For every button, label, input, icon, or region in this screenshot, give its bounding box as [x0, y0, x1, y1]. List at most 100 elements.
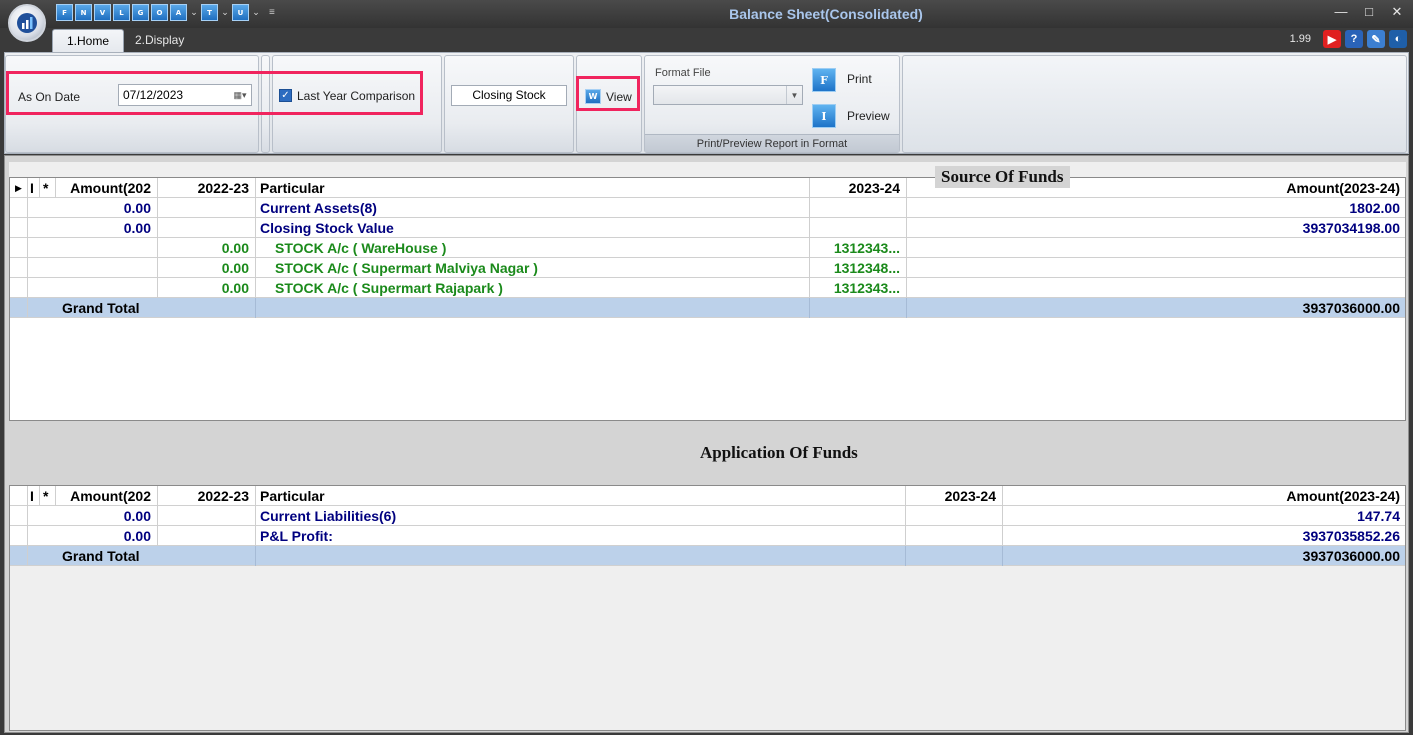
column-header-amount-prev[interactable]: Amount(202: [56, 178, 158, 198]
row-selector[interactable]: [10, 238, 28, 258]
quick-g-icon[interactable]: G: [132, 4, 149, 21]
cell-prev-year[interactable]: 0.00: [158, 258, 256, 278]
cell-particular[interactable]: P&L Profit:: [256, 526, 906, 546]
row-selector[interactable]: [10, 526, 28, 546]
row-selector[interactable]: [10, 506, 28, 526]
quick-a-icon[interactable]: A: [170, 4, 187, 21]
cell-amount-cur[interactable]: [907, 238, 1405, 258]
cell-amount-cur[interactable]: 3937034198.00: [907, 218, 1405, 238]
total-cell: [256, 298, 810, 318]
column-header-sel[interactable]: I: [28, 178, 40, 198]
row-selector[interactable]: [10, 278, 28, 298]
cell-amount-cur[interactable]: [907, 258, 1405, 278]
cell-particular[interactable]: STOCK A/c ( Supermart Rajapark ): [256, 278, 810, 298]
cell-particular[interactable]: Current Assets(8): [256, 198, 810, 218]
column-header-amount-cur[interactable]: Amount(2023-24): [1003, 486, 1405, 506]
quick-n-icon[interactable]: N: [75, 4, 92, 21]
cell-cur-year[interactable]: [810, 218, 907, 238]
cell-cur-year[interactable]: [906, 506, 1003, 526]
cell-amount-cur[interactable]: 147.74: [1003, 506, 1405, 526]
cell-prev-year[interactable]: 0.00: [158, 278, 256, 298]
table-row[interactable]: 0.00 P&L Profit: 3937035852.26: [10, 526, 1405, 546]
cell-prev-year[interactable]: [158, 218, 256, 238]
quick-f-icon[interactable]: F: [56, 4, 73, 21]
table-row[interactable]: 0.00 STOCK A/c ( WareHouse ) 1312343...: [10, 238, 1405, 258]
cell-cur-year[interactable]: 1312343...: [810, 238, 907, 258]
column-header-particular[interactable]: Particular: [256, 178, 810, 198]
chevron-down-icon[interactable]: ⌄: [251, 7, 261, 18]
table-row[interactable]: 0.00 STOCK A/c ( Supermart Rajapark ) 1312…: [10, 278, 1405, 298]
row-selector[interactable]: [10, 218, 28, 238]
application-of-funds-title: Application Of Funds: [700, 443, 858, 462]
cell-amount-prev[interactable]: [56, 278, 158, 298]
column-header-star[interactable]: *: [40, 178, 56, 198]
column-header-particular[interactable]: Particular: [256, 486, 906, 506]
notes-icon[interactable]: ✎: [1367, 30, 1385, 48]
cell-cur-year[interactable]: [906, 526, 1003, 546]
minimize-icon[interactable]: —: [1333, 4, 1349, 20]
grand-total-amount: 3937036000.00: [1003, 546, 1405, 566]
cell-cur-year[interactable]: [810, 198, 907, 218]
column-header-amount-prev[interactable]: Amount(202: [56, 486, 158, 506]
app-menu-button[interactable]: [8, 4, 46, 42]
closing-stock-button[interactable]: Closing Stock: [451, 85, 567, 106]
cell-amount-prev[interactable]: [56, 238, 158, 258]
tab-home[interactable]: 1.Home: [52, 29, 125, 52]
cell-prev-year[interactable]: [158, 198, 256, 218]
cell-cur-year[interactable]: 1312348...: [810, 258, 907, 278]
cell-particular[interactable]: STOCK A/c ( WareHouse ): [256, 238, 810, 258]
cell-amount-cur[interactable]: 1802.00: [907, 198, 1405, 218]
cell-prev-year[interactable]: 0.00: [158, 238, 256, 258]
quick-l-icon[interactable]: L: [113, 4, 130, 21]
table-row[interactable]: 0.00 Closing Stock Value 3937034198.00: [10, 218, 1405, 238]
table-header: I * Amount(202 2022-23 Particular 2023-2…: [10, 486, 1405, 506]
print-button[interactable]: Print: [847, 72, 872, 86]
chevron-down-icon[interactable]: ⌄: [220, 7, 230, 18]
help-icon[interactable]: ?: [1345, 30, 1363, 48]
cell-amount-prev[interactable]: 0.00: [56, 198, 158, 218]
column-header-star[interactable]: *: [40, 486, 56, 506]
print-format-icon[interactable]: F: [812, 68, 836, 92]
preview-format-icon[interactable]: I: [812, 104, 836, 128]
row-selector[interactable]: [10, 198, 28, 218]
youtube-icon[interactable]: ▶: [1323, 30, 1341, 48]
column-header-sel[interactable]: I: [28, 486, 40, 506]
quick-v-icon[interactable]: V: [94, 4, 111, 21]
maximize-icon[interactable]: □: [1361, 4, 1377, 20]
close-icon[interactable]: ✕: [1389, 4, 1405, 20]
cell-amount-prev[interactable]: 0.00: [56, 506, 158, 526]
cell-prev-year[interactable]: [158, 526, 256, 546]
quick-u-icon[interactable]: U: [232, 4, 249, 21]
chevron-down-icon[interactable]: ⌄: [189, 7, 199, 18]
column-header-prev-year[interactable]: 2022-23: [158, 486, 256, 506]
cell-amount-cur[interactable]: 3937035852.26: [1003, 526, 1405, 546]
cell-prev-year[interactable]: [158, 506, 256, 526]
info-icon[interactable]: ◐: [1389, 30, 1407, 48]
quick-t-icon[interactable]: T: [201, 4, 218, 21]
cell-amount-prev[interactable]: 0.00: [56, 218, 158, 238]
cell-particular[interactable]: Current Liabilities(6): [256, 506, 906, 526]
column-header-prev-year[interactable]: 2022-23: [158, 178, 256, 198]
cell-amount-prev[interactable]: 0.00: [56, 526, 158, 546]
format-file-select[interactable]: ▼: [653, 85, 803, 105]
cell-cur-year[interactable]: 1312343...: [810, 278, 907, 298]
preview-button[interactable]: Preview: [847, 109, 890, 123]
tab-display[interactable]: 2.Display: [121, 29, 198, 52]
table-row[interactable]: 0.00 Current Assets(8) 1802.00: [10, 198, 1405, 218]
row-selector: [10, 546, 28, 566]
cell-particular[interactable]: Closing Stock Value: [256, 218, 810, 238]
table-row[interactable]: 0.00 STOCK A/c ( Supermart Malviya Nagar …: [10, 258, 1405, 278]
row-selector[interactable]: [10, 258, 28, 278]
quick-o-icon[interactable]: O: [151, 4, 168, 21]
cell-amount-prev[interactable]: [56, 258, 158, 278]
table-row[interactable]: 0.00 Current Liabilities(6) 147.74: [10, 506, 1405, 526]
cell-particular[interactable]: STOCK A/c ( Supermart Malviya Nagar ): [256, 258, 810, 278]
total-cell: [810, 298, 907, 318]
total-cell: [256, 546, 906, 566]
customize-toolbar-icon[interactable]: ≡: [269, 7, 275, 18]
grand-total-row: Grand Total 3937036000.00: [10, 546, 1405, 566]
column-header-cur-year[interactable]: 2023-24: [906, 486, 1003, 506]
grand-total-label: Grand Total: [62, 300, 140, 316]
column-header-cur-year[interactable]: 2023-24: [810, 178, 907, 198]
cell-amount-cur[interactable]: [907, 278, 1405, 298]
